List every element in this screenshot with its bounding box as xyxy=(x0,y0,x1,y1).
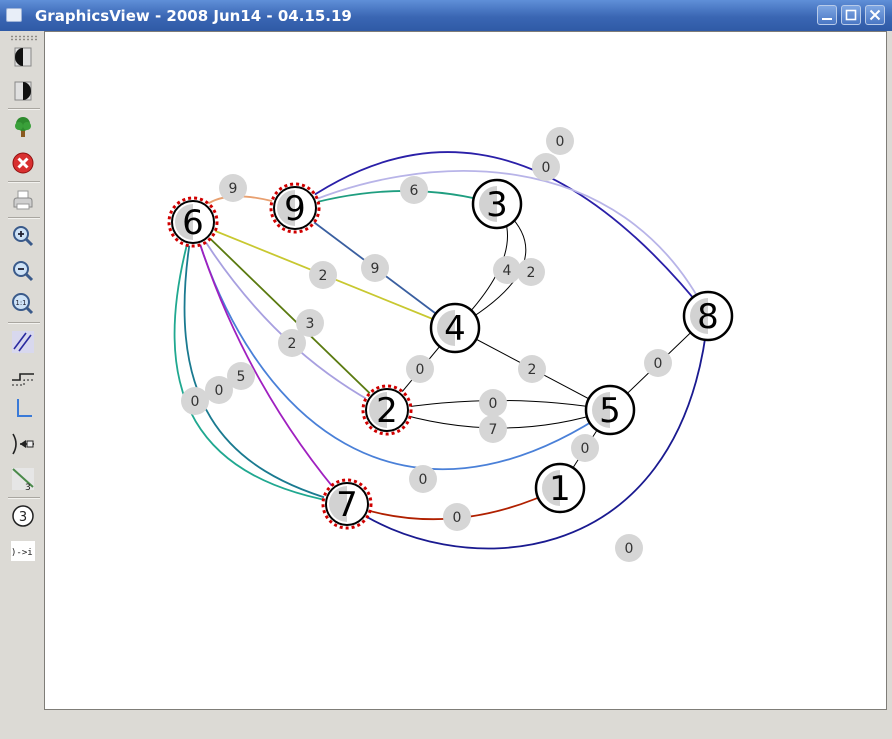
edge-weight-label: 3 xyxy=(25,483,31,492)
edge-weight-label: 0 xyxy=(453,510,462,526)
edge-weight-label: 0 xyxy=(581,441,590,457)
move-left-button[interactable] xyxy=(10,44,36,70)
route-button[interactable] xyxy=(10,364,36,390)
route-icon xyxy=(12,373,34,386)
edge-weight-label: 0 xyxy=(419,472,428,488)
zoom-reset-button[interactable]: 1:1 xyxy=(10,291,36,317)
edge-weight-label: 0 xyxy=(489,396,498,412)
node-label: 2 xyxy=(376,391,398,431)
move-right-button[interactable] xyxy=(10,78,36,104)
graph-drawing: 9 6009 4 223205000 2070000 6 9 34 82 517 xyxy=(167,127,734,562)
zoom-in-icon xyxy=(13,226,34,247)
title-bar: GraphicsView - 2008 Jun14 - 04.15.19 xyxy=(0,0,892,31)
print-icon xyxy=(13,190,33,210)
node-1[interactable]: 1 xyxy=(534,462,586,514)
edge-weight-label: 3 xyxy=(306,316,315,332)
node-label: 9 xyxy=(284,189,306,229)
node-3[interactable]: 3 xyxy=(471,178,523,230)
node-4[interactable]: 4 xyxy=(429,302,481,354)
toolbar-grip[interactable] xyxy=(10,35,38,41)
edge-weight-label: 0 xyxy=(191,394,200,410)
edge-weight-label: 9 xyxy=(229,181,238,197)
edge-6-5[interactable] xyxy=(192,221,611,470)
node-8[interactable]: 8 xyxy=(682,290,734,342)
node-label-text: 3 xyxy=(19,510,27,525)
axis-icon xyxy=(17,399,32,417)
move-right-icon xyxy=(14,81,32,101)
print-button[interactable] xyxy=(10,187,36,213)
zoom-out-button[interactable] xyxy=(10,258,36,284)
node-label-button[interactable]: 3 xyxy=(10,503,36,529)
arrow-head-button[interactable] xyxy=(10,431,36,457)
edge-weight-label: 0 xyxy=(625,541,634,557)
close-icon xyxy=(869,9,881,21)
node-label: 6 xyxy=(182,203,204,243)
edge-weight-label: 0 xyxy=(556,134,565,150)
arrow-text-label: )->i xyxy=(11,548,33,558)
node-7[interactable]: 7 xyxy=(321,478,373,530)
minimize-button[interactable] xyxy=(817,5,837,25)
window-title: GraphicsView - 2008 Jun14 - 04.15.19 xyxy=(35,7,352,25)
edge-weight-label: 7 xyxy=(489,422,498,438)
edge-weight-label: 2 xyxy=(288,336,297,352)
tree-icon xyxy=(15,117,31,137)
edge-weight-label: 2 xyxy=(527,265,536,281)
edge-weight-label: 0 xyxy=(215,383,224,399)
edge-weight-icon: 3 xyxy=(12,468,34,492)
arrow-head-icon xyxy=(12,433,34,455)
minimize-icon xyxy=(822,18,832,20)
node-label: 8 xyxy=(697,297,719,337)
zoom-in-button[interactable] xyxy=(10,223,36,249)
edge-9-3[interactable] xyxy=(294,190,498,209)
node-5[interactable]: 5 xyxy=(584,384,636,436)
arrow-text-icon: )->i xyxy=(11,541,35,561)
edge-weight-label: 6 xyxy=(410,183,419,199)
zoom-out-icon xyxy=(13,261,34,282)
edge-weight-label: 0 xyxy=(654,356,663,372)
tree-button[interactable] xyxy=(10,114,36,140)
zoom-reset-label: 1:1 xyxy=(15,299,26,307)
close-button[interactable] xyxy=(865,5,885,25)
vertical-toolbar: 1:1 3 3 )->i xyxy=(4,33,42,563)
zoom-reset-icon: 1:1 xyxy=(12,293,34,315)
maximize-icon xyxy=(845,9,857,21)
edge-weight-label: 9 xyxy=(371,261,380,277)
delete-icon xyxy=(12,152,34,174)
edge-style-button[interactable] xyxy=(10,329,36,355)
delete-button[interactable] xyxy=(10,150,36,176)
app-icon[interactable] xyxy=(6,8,22,22)
node-label-icon: 3 xyxy=(12,505,34,527)
edge-weight-label: 5 xyxy=(237,369,246,385)
node-6[interactable]: 6 xyxy=(167,196,219,248)
arrow-text-button[interactable]: )->i xyxy=(10,538,36,564)
axis-button[interactable] xyxy=(10,396,36,422)
edge-weight-label: 2 xyxy=(319,268,328,284)
maximize-button[interactable] xyxy=(841,5,861,25)
node-label: 7 xyxy=(336,485,358,525)
edge-weight-label: 4 xyxy=(503,263,512,279)
node-label: 3 xyxy=(486,185,508,225)
edge-weight-label: 2 xyxy=(528,362,537,378)
node-label: 5 xyxy=(599,391,621,431)
edge-weight-label: 0 xyxy=(416,362,425,378)
graph-canvas[interactable]: 9600942232050002070000 693482517 xyxy=(44,31,887,710)
node-label: 4 xyxy=(444,309,466,349)
edge-weight-label: 0 xyxy=(542,160,551,176)
edge-style-icon xyxy=(12,331,34,353)
edge-weight-button[interactable]: 3 xyxy=(10,466,36,492)
node-label: 1 xyxy=(549,469,571,509)
node-9[interactable]: 9 xyxy=(269,182,321,234)
move-left-icon xyxy=(14,47,32,67)
node-2[interactable]: 2 xyxy=(361,384,413,436)
